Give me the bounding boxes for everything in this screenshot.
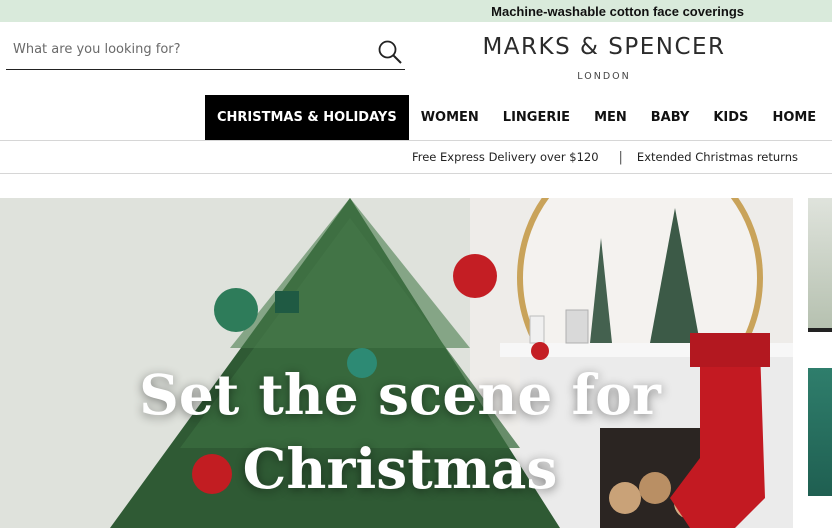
nav-women[interactable]: WOMEN <box>409 95 491 140</box>
info-separator: | <box>618 149 623 165</box>
brand-logo[interactable]: MARKS & SPENCER LONDON <box>474 34 734 82</box>
ornament-green <box>214 288 258 332</box>
search-bar <box>6 30 405 70</box>
hero-headline-line2: Christmas <box>242 436 558 501</box>
nav-kids[interactable]: KIDS <box>701 95 760 140</box>
side-promo-card[interactable] <box>808 198 832 328</box>
info-divider <box>0 173 832 174</box>
logo-subtitle: LONDON <box>577 71 631 82</box>
side-promo-card[interactable] <box>808 368 832 496</box>
search-icon[interactable] <box>377 39 403 65</box>
hero-headline: Set the scene for Christmas <box>0 358 793 506</box>
info-bar: Free Express Delivery over $120 | Extend… <box>0 141 832 173</box>
logo-wordmark: MARKS & SPENCER <box>482 34 726 60</box>
ornament-letter-block <box>275 291 299 313</box>
ornament-red <box>453 254 497 298</box>
candle <box>529 315 545 344</box>
promo-banner[interactable]: Machine-washable cotton face coverings <box>0 0 832 22</box>
hero-banner[interactable]: Set the scene for Christmas <box>0 198 793 528</box>
delivery-info[interactable]: Free Express Delivery over $120 <box>412 150 599 164</box>
side-card-underline <box>808 328 832 332</box>
nav-christmas-holidays[interactable]: CHRISTMAS & HOLIDAYS <box>205 95 409 140</box>
main-navigation: CHRISTMAS & HOLIDAYS WOMEN LINGERIE MEN … <box>205 95 828 140</box>
nav-lingerie[interactable]: LINGERIE <box>491 95 582 140</box>
promo-text[interactable]: Machine-washable cotton face coverings <box>491 4 744 19</box>
candle <box>565 309 589 344</box>
nav-baby[interactable]: BABY <box>639 95 702 140</box>
search-input[interactable] <box>13 38 353 60</box>
hero-headline-line1: Set the scene for <box>139 362 661 427</box>
returns-info[interactable]: Extended Christmas returns <box>637 150 798 164</box>
nav-men[interactable]: MEN <box>582 95 639 140</box>
nav-home[interactable]: HOME <box>760 95 828 140</box>
